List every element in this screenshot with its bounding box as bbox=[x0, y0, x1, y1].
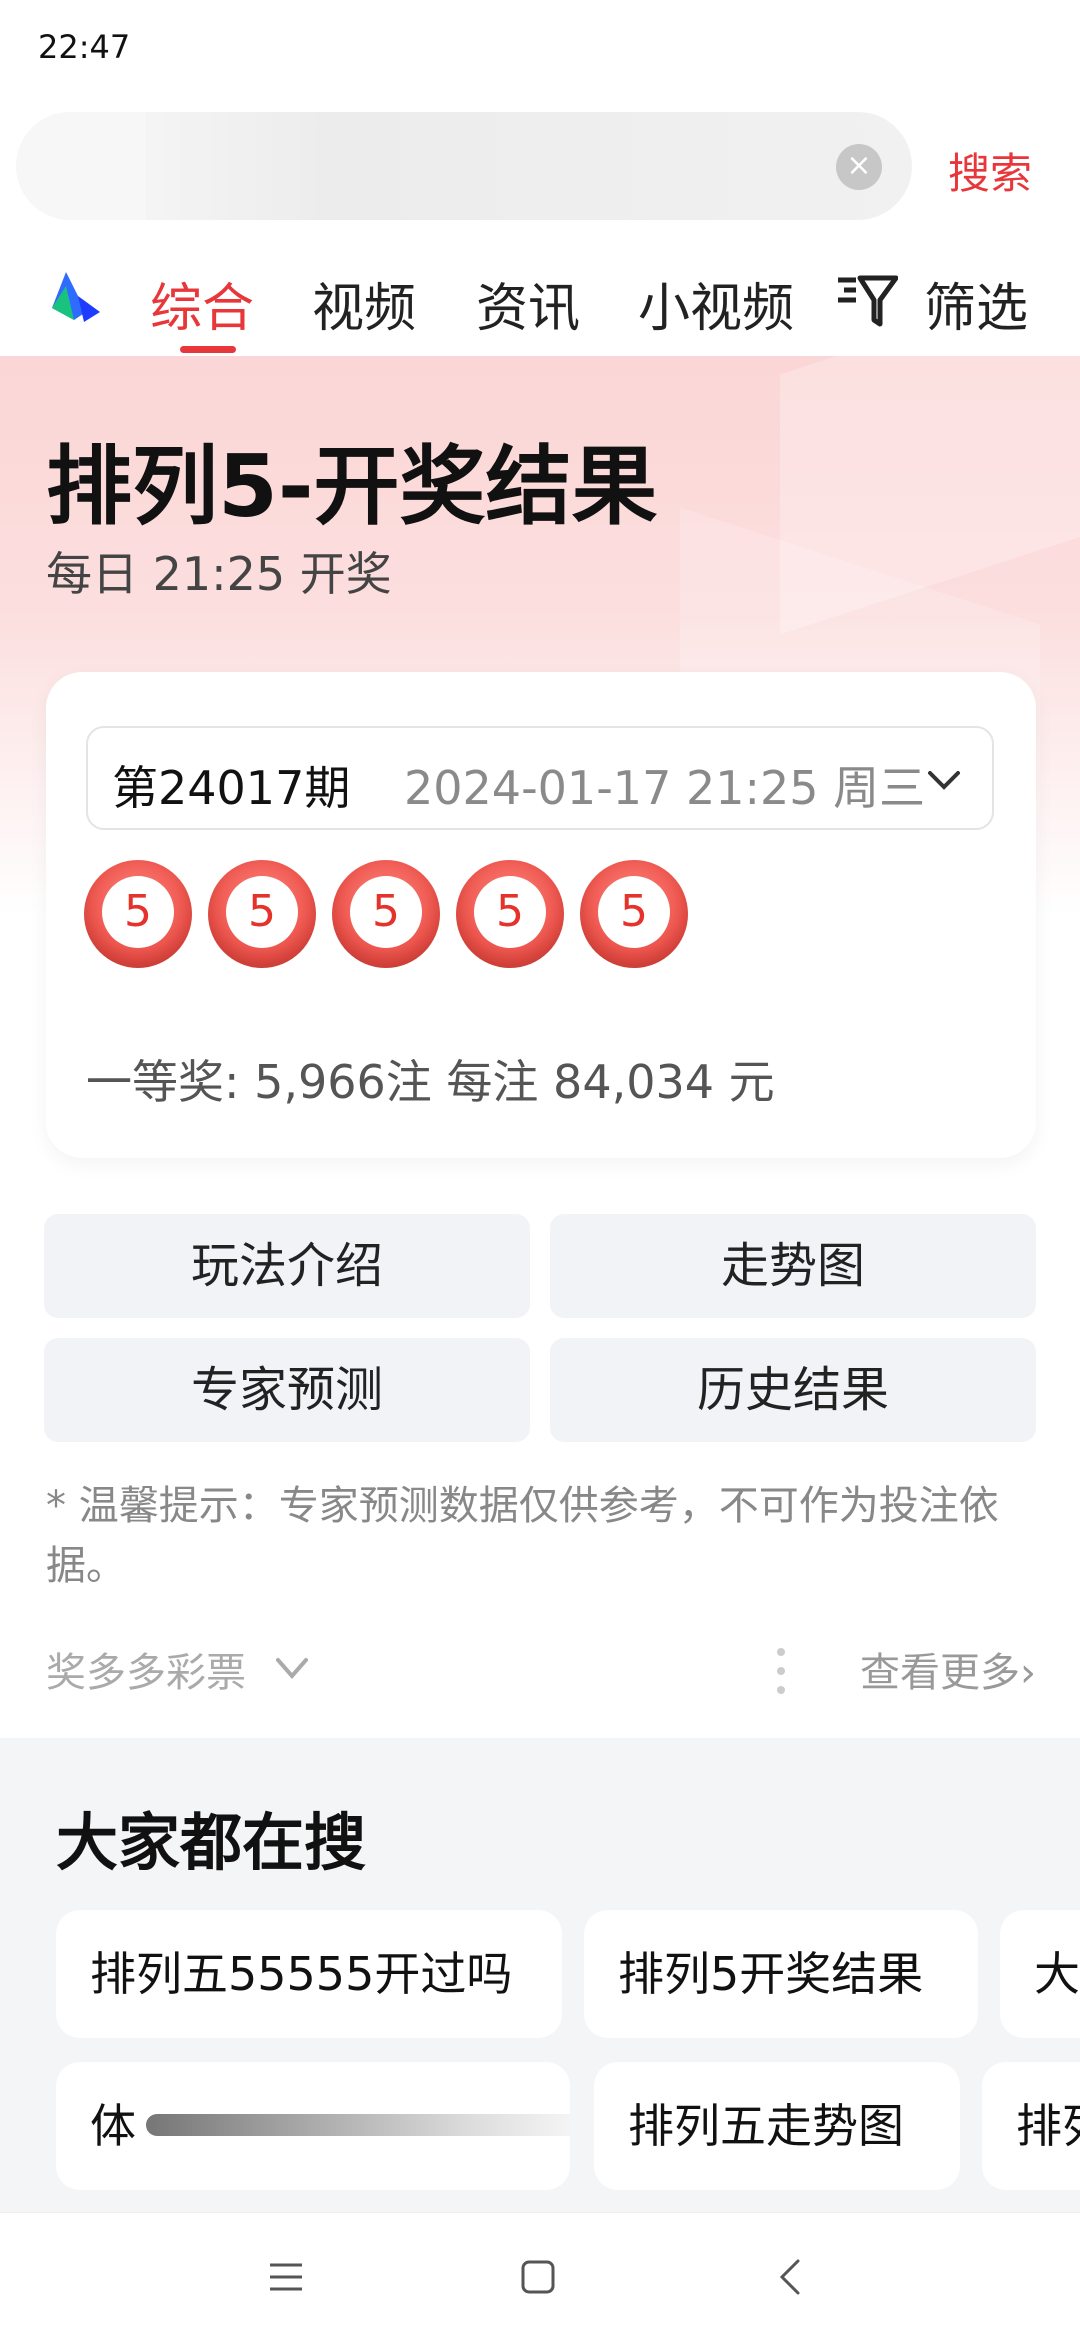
number-ball: 5 bbox=[580, 860, 688, 968]
related-search-chip[interactable]: 体 bbox=[56, 2062, 570, 2190]
menu-icon[interactable] bbox=[266, 2257, 306, 2297]
back-icon[interactable] bbox=[772, 2257, 812, 2297]
number-ball: 5 bbox=[84, 860, 192, 968]
draw-schedule: 每日 21:25 开奖 bbox=[46, 547, 392, 601]
tab-video[interactable]: 视频 bbox=[312, 266, 416, 341]
system-nav-bar bbox=[0, 2212, 1080, 2341]
related-search-chip[interactable]: 排列 bbox=[982, 2062, 1080, 2190]
status-bar: 22:47 bbox=[0, 0, 1080, 100]
source-name[interactable]: 奖多多彩票 bbox=[46, 1640, 246, 1698]
disclaimer-tip: * 温馨提示：专家预测数据仅供参考，不可作为投注依据。 bbox=[46, 1483, 999, 1589]
source-row: 奖多多彩票 查看更多› bbox=[46, 1640, 1036, 1700]
related-searches-title: 大家都在搜 bbox=[56, 1806, 367, 1879]
chevron-down-icon bbox=[928, 771, 960, 790]
tab-zonghe[interactable]: 综合 bbox=[150, 266, 254, 341]
first-prize-info: 一等奖: 5,966注 每注 84,034 元 bbox=[86, 1055, 775, 1109]
active-tab-indicator bbox=[180, 346, 236, 353]
search-button[interactable]: 搜索 bbox=[948, 140, 1032, 201]
motion-blur-artifact bbox=[146, 2114, 570, 2136]
winning-numbers: 5 5 5 5 5 bbox=[84, 860, 784, 970]
related-search-chip[interactable]: 大 bbox=[1000, 1910, 1080, 2038]
status-time: 22:47 bbox=[38, 28, 131, 66]
number-ball: 5 bbox=[456, 860, 564, 968]
result-card: 第24017期 2024-01-17 21:25 周三 5 5 5 5 5 一等… bbox=[46, 672, 1036, 1158]
trend-chart-button[interactable]: 走势图 bbox=[550, 1214, 1036, 1318]
tab-news[interactable]: 资讯 bbox=[476, 266, 580, 341]
expert-prediction-button[interactable]: 专家预测 bbox=[44, 1338, 530, 1442]
ball-digit: 5 bbox=[474, 876, 546, 948]
ball-digit: 5 bbox=[598, 876, 670, 948]
ball-digit: 5 bbox=[226, 876, 298, 948]
view-more-link[interactable]: 查看更多› bbox=[860, 1640, 1036, 1698]
number-ball: 5 bbox=[208, 860, 316, 968]
category-tabs: 综合 视频 资讯 小视频 筛选 bbox=[0, 248, 1080, 356]
related-search-chip[interactable]: 排列五55555开过吗 bbox=[56, 1910, 562, 2038]
issue-number: 第24017期 bbox=[112, 761, 351, 815]
ball-digit: 5 bbox=[102, 876, 174, 948]
related-search-chip[interactable]: 排列五走势图 bbox=[594, 2062, 960, 2190]
close-circle-icon[interactable]: × bbox=[836, 144, 882, 190]
page-title: 排列5-开奖结果 bbox=[46, 437, 658, 537]
related-search-label: 体 bbox=[90, 2099, 136, 2153]
ball-digit: 5 bbox=[350, 876, 422, 948]
home-icon[interactable] bbox=[518, 2257, 558, 2297]
number-ball: 5 bbox=[332, 860, 440, 968]
filter-button[interactable]: 筛选 bbox=[924, 266, 1028, 341]
history-results-button[interactable]: 历史结果 bbox=[550, 1338, 1036, 1442]
search-query-redacted bbox=[16, 112, 146, 220]
related-searches: 大家都在搜 排列五55555开过吗 排列5开奖结果 大 体 排列五走势图 排列 bbox=[0, 1738, 1080, 2212]
app-logo-icon bbox=[52, 272, 100, 322]
rules-button[interactable]: 玩法介绍 bbox=[44, 1214, 530, 1318]
chevron-down-icon[interactable] bbox=[274, 1652, 310, 1684]
filter-icon[interactable] bbox=[836, 272, 898, 328]
tab-short-video[interactable]: 小视频 bbox=[638, 266, 794, 341]
search-row: × 搜索 bbox=[0, 112, 1080, 222]
issue-selector[interactable]: 第24017期 2024-01-17 21:25 周三 bbox=[86, 726, 994, 830]
issue-date: 2024-01-17 21:25 周三 bbox=[404, 761, 926, 815]
search-input[interactable]: × bbox=[16, 112, 912, 220]
related-search-chip[interactable]: 排列5开奖结果 bbox=[584, 1910, 978, 2038]
more-options-icon[interactable] bbox=[776, 1646, 786, 1696]
